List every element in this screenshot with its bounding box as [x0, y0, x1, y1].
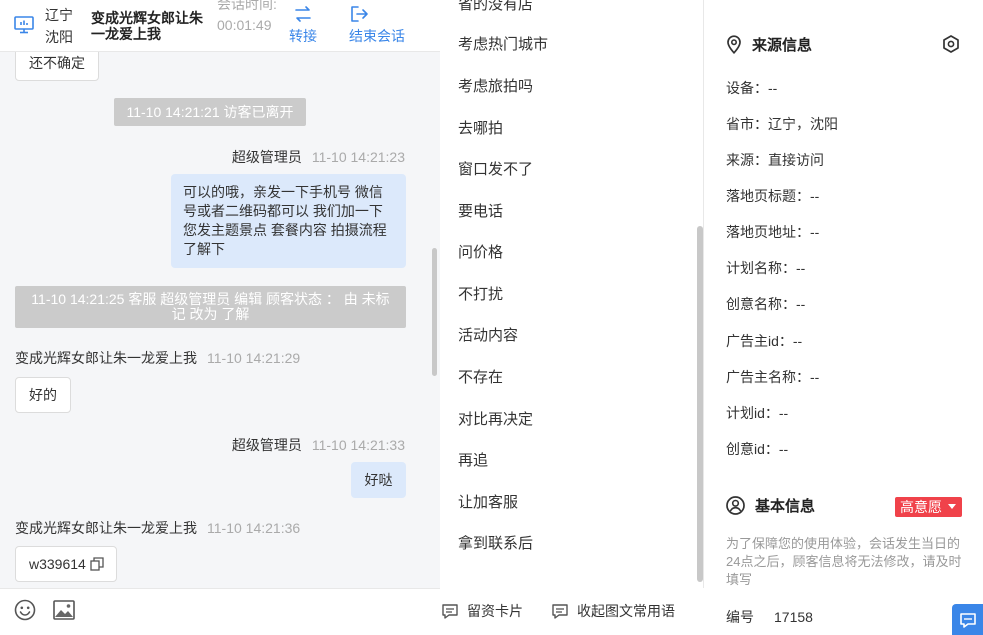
message-bubble-visitor: 还不确定	[15, 52, 99, 81]
source-row-plan-id: 计划id：--	[726, 405, 789, 421]
transfer-label: 转接	[289, 28, 317, 44]
message-meta-agent: 超级管理员 11-10 14:21:33	[232, 436, 405, 454]
message-bubble-visitor: 好的	[15, 377, 71, 413]
message-bubble-visitor[interactable]: w339614	[15, 546, 117, 582]
message-time: 11-10 14:21:36	[207, 520, 301, 536]
info-card-button[interactable]: 留资卡片	[441, 600, 523, 622]
message-time: 11-10 14:21:29	[207, 350, 301, 366]
phrase-item[interactable]: 窗口发不了	[458, 160, 533, 180]
message-list[interactable]: 还不确定 11-10 14:21:21 访客已离开 超级管理员 11-10 14:…	[0, 52, 440, 588]
chat-panel: 辽宁 沈阳 变成光辉女郎让朱一龙爱上我 会话时间: 00:01:49 转接 结束…	[0, 0, 440, 635]
message-sender: 变成光辉女郎让朱一龙爱上我	[15, 350, 197, 366]
system-message: 11-10 14:21:25 客服 超级管理员 编辑 顾客状态 ： 由 未标记 …	[15, 286, 406, 328]
basic-id-label: 编号	[726, 609, 754, 625]
system-message: 11-10 14:21:21 访客已离开	[114, 98, 306, 126]
end-session-button[interactable]: 结束会话	[349, 4, 405, 45]
chat-bubble-icon	[960, 613, 976, 628]
phrase-item[interactable]: 考虑热门城市	[458, 35, 548, 55]
user-icon	[726, 496, 745, 515]
visitor-location: 辽宁 沈阳	[45, 4, 73, 48]
chat-header: 辽宁 沈阳 变成光辉女郎让朱一龙爱上我 会话时间: 00:01:49 转接 结束…	[0, 0, 440, 52]
source-row-advertiser-name: 广告主名称：--	[726, 369, 820, 385]
source-row-region: 省市：辽宁，沈阳	[726, 116, 838, 132]
phrase-item[interactable]: 去哪拍	[458, 119, 503, 139]
source-row-creative-name: 创意名称：--	[726, 296, 806, 312]
message-sender: 变成光辉女郎让朱一龙爱上我	[15, 520, 197, 536]
intent-badge-text: 高意愿	[900, 499, 942, 515]
phrase-item[interactable]: 再追	[458, 451, 488, 471]
phrase-item[interactable]: 问价格	[458, 243, 503, 263]
phrases-icon	[552, 604, 568, 619]
image-icon[interactable]	[53, 600, 75, 620]
session-time: 会话时间: 00:01:49	[217, 0, 277, 36]
basic-row-id: 编号 17158	[726, 607, 813, 627]
collapse-phrases-button[interactable]: 收起图文常用语	[551, 600, 675, 622]
phrase-item[interactable]: 不打扰	[458, 285, 503, 305]
intent-badge[interactable]: 高意愿	[895, 497, 962, 517]
phrase-scrollbar[interactable]	[697, 226, 703, 582]
message-meta-visitor: 变成光辉女郎让朱一龙爱上我 11-10 14:21:29	[15, 349, 300, 367]
chat-toolbar	[0, 588, 440, 635]
copy-icon[interactable]	[90, 557, 104, 571]
source-row-source: 来源：直接访问	[726, 152, 824, 168]
message-meta-agent: 超级管理员 11-10 14:21:23	[232, 148, 405, 166]
basic-title-text: 基本信息	[755, 498, 816, 515]
collapse-phrases-label: 收起图文常用语	[577, 603, 675, 619]
message-bubble-agent: 可以的哦，亲发一下手机号 微信号或者二维码都可以 我们加一下您发主题景点 套餐内…	[171, 174, 406, 268]
message-time: 11-10 14:21:23	[311, 149, 405, 165]
phrase-item[interactable]: 活动内容	[458, 326, 518, 346]
message-sender: 超级管理员	[231, 437, 302, 453]
location-pin-icon	[727, 35, 741, 55]
phrase-item[interactable]: 省的没有店	[458, 0, 533, 15]
settings-icon[interactable]	[942, 35, 960, 53]
message-text: w339614	[29, 556, 86, 572]
message-bubble-agent: 好哒	[351, 462, 406, 498]
phrase-item[interactable]: 要电话	[458, 202, 503, 222]
source-row-plan-name: 计划名称：--	[726, 260, 806, 276]
logout-icon	[351, 6, 368, 22]
source-title-text: 来源信息	[752, 37, 813, 54]
caret-down-icon	[947, 504, 956, 509]
source-row-landing-title: 落地页标题：--	[726, 188, 820, 204]
basic-section-title: 基本信息	[726, 496, 815, 518]
message-time: 11-10 14:21:33	[311, 437, 405, 453]
monitor-icon	[14, 16, 34, 34]
chat-scrollbar[interactable]	[432, 248, 437, 376]
chat-float-button[interactable]	[952, 604, 983, 635]
source-section-title: 来源信息	[726, 35, 812, 57]
transfer-icon	[295, 6, 311, 22]
phrase-item[interactable]: 拿到联系后	[458, 534, 533, 554]
visitor-province: 辽宁	[45, 7, 73, 23]
message-sender: 超级管理员	[231, 149, 302, 165]
emoji-icon[interactable]	[14, 599, 36, 621]
phrase-item[interactable]: 让加客服	[458, 493, 518, 513]
transfer-button[interactable]: 转接	[289, 4, 317, 45]
session-time-value: 00:01:49	[217, 17, 272, 33]
visitor-city: 沈阳	[45, 29, 73, 45]
info-card-label: 留资卡片	[467, 603, 523, 619]
message-meta-visitor: 变成光辉女郎让朱一龙爱上我 11-10 14:21:36	[15, 519, 300, 537]
phrase-item[interactable]: 不存在	[458, 368, 503, 388]
source-row-landing-url: 落地页地址：--	[726, 224, 820, 240]
source-row-creative-id: 创意id：--	[726, 441, 789, 457]
basic-id-value: 17158	[774, 609, 813, 625]
card-icon	[442, 604, 458, 619]
info-edit-notice: 为了保障您的使用体验，会话发生当日的24点之后，顾客信息将无法修改，请及时填写	[726, 536, 962, 587]
visitor-name: 变成光辉女郎让朱一龙爱上我	[91, 10, 203, 42]
source-row-advertiser-id: 广告主id：--	[726, 333, 803, 349]
quick-phrase-panel: 省的没有店 考虑热门城市 考虑旅拍吗 去哪拍 窗口发不了 要电话 问价格 不打扰…	[440, 0, 704, 635]
phrase-item[interactable]: 对比再决定	[458, 410, 533, 430]
phrase-item[interactable]: 考虑旅拍吗	[458, 77, 533, 97]
end-session-label: 结束会话	[349, 28, 405, 44]
session-time-label: 会话时间:	[217, 0, 277, 12]
source-row-device: 设备：--	[726, 80, 778, 96]
